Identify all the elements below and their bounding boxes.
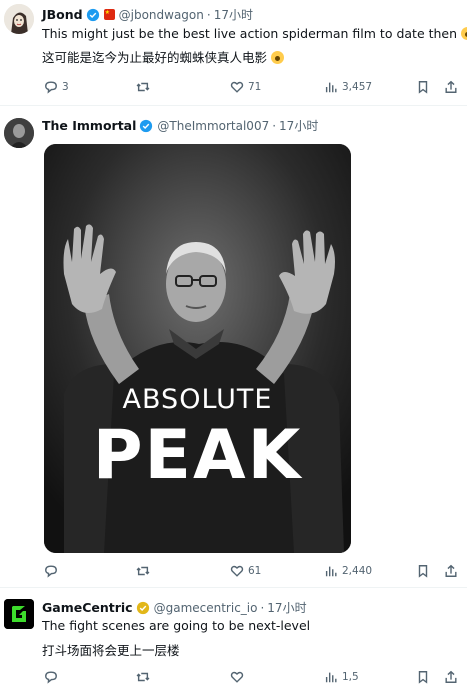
like-count: 61 <box>248 565 262 577</box>
reply-button[interactable] <box>44 564 62 578</box>
retweet-button[interactable] <box>136 80 154 94</box>
china-flag-icon <box>103 9 115 20</box>
display-name[interactable]: GameCentric <box>42 600 133 615</box>
retweet-icon <box>136 672 150 682</box>
bookmark-icon <box>418 81 428 94</box>
tweet-text-line: 这可能是迄今为止最好的蜘蛛侠真人电影 <box>42 47 285 66</box>
tweet-jbond[interactable]: JBond @jbondwagon · 17小时 This might just… <box>0 0 467 106</box>
separator-dot: · <box>272 118 277 133</box>
views-chart-icon <box>325 82 337 93</box>
heart-icon <box>230 81 244 93</box>
share-button[interactable] <box>444 670 458 684</box>
tweet-actions: 1,5 <box>42 670 462 688</box>
bookmark-icon <box>418 671 428 684</box>
bookmark-icon <box>418 565 428 578</box>
reply-button[interactable]: 3 <box>44 80 69 94</box>
retweet-button[interactable] <box>136 564 154 578</box>
views-button[interactable]: 3,457 <box>324 80 372 94</box>
like-count: 71 <box>248 81 262 93</box>
tweet-text-line: This might just be the best live action … <box>42 26 467 41</box>
like-button[interactable]: 61 <box>230 564 261 578</box>
reply-count: 3 <box>62 81 69 93</box>
separator-dot: · <box>260 600 265 615</box>
handle[interactable]: @TheImmortal007 <box>157 119 269 133</box>
views-chart-icon <box>325 566 337 577</box>
tweet-header: JBond @jbondwagon · 17小时 <box>42 6 253 23</box>
verified-gold-badge-icon <box>136 601 149 614</box>
astonished-face-emoji-icon <box>271 51 285 64</box>
reply-button[interactable] <box>44 670 62 684</box>
tweet-text-zh: 这可能是迄今为止最好的蜘蛛侠真人电影 <box>42 50 268 65</box>
avatar-gamecentric[interactable] <box>4 599 34 629</box>
avatar-jbond[interactable] <box>4 4 34 34</box>
views-count: 2,440 <box>342 565 373 577</box>
heart-icon <box>230 565 244 577</box>
retweet-button[interactable] <box>136 670 154 684</box>
display-name[interactable]: The Immortal <box>42 118 136 133</box>
retweet-icon <box>136 82 150 92</box>
poster-title-line1: ABSOLUTE <box>122 384 273 415</box>
share-icon <box>445 80 457 93</box>
timestamp[interactable]: 17小时 <box>267 599 306 616</box>
views-count: 3,457 <box>342 81 373 93</box>
handle[interactable]: @gamecentric_io <box>154 601 258 615</box>
tweet-text-zh: 打斗场面将会更上一层楼 <box>42 643 180 658</box>
astonished-face-emoji-icon <box>461 27 467 40</box>
separator-dot: · <box>206 7 211 22</box>
views-chart-icon <box>325 672 337 683</box>
verified-badge-icon <box>86 8 99 21</box>
bookmark-button[interactable] <box>416 80 430 94</box>
bookmark-button[interactable] <box>416 564 430 578</box>
tweet-text-en: This might just be the best live action … <box>42 26 458 41</box>
reply-icon <box>45 565 57 578</box>
display-name[interactable]: JBond <box>42 7 83 22</box>
reply-icon <box>45 81 57 94</box>
bookmark-button[interactable] <box>416 670 430 684</box>
tweet-text-en: The fight scenes are going to be next-le… <box>42 618 311 633</box>
retweet-icon <box>136 566 150 576</box>
timestamp[interactable]: 17小时 <box>279 117 318 134</box>
reply-icon <box>45 671 57 684</box>
tweet-actions: 3 71 3,457 <box>42 80 462 98</box>
like-button[interactable] <box>230 670 248 684</box>
views-button[interactable]: 1,5 <box>324 670 359 684</box>
tweet-actions: 61 2,440 <box>42 564 462 582</box>
share-button[interactable] <box>444 80 458 94</box>
share-icon <box>445 564 457 577</box>
avatar-theimmortal[interactable] <box>4 118 34 148</box>
tweet-header: GameCentric @gamecentric_io · 17小时 <box>42 599 307 616</box>
heart-icon <box>230 671 244 683</box>
views-count: 1,5 <box>342 671 359 683</box>
handle[interactable]: @jbondwagon <box>119 8 204 22</box>
like-button[interactable]: 71 <box>230 80 261 94</box>
share-icon <box>445 670 457 683</box>
tweet-media-image[interactable]: ABSOLUTE PEAK <box>44 144 351 553</box>
tweet-gamecentric[interactable]: GameCentric @gamecentric_io · 17小时 The f… <box>0 588 467 693</box>
tweet-header: The Immortal @TheImmortal007 · 17小时 <box>42 117 318 134</box>
share-button[interactable] <box>444 564 458 578</box>
verified-badge-icon <box>140 119 153 132</box>
timestamp[interactable]: 17小时 <box>214 6 253 23</box>
poster-title-line2: PEAK <box>92 416 303 495</box>
views-button[interactable]: 2,440 <box>324 564 372 578</box>
